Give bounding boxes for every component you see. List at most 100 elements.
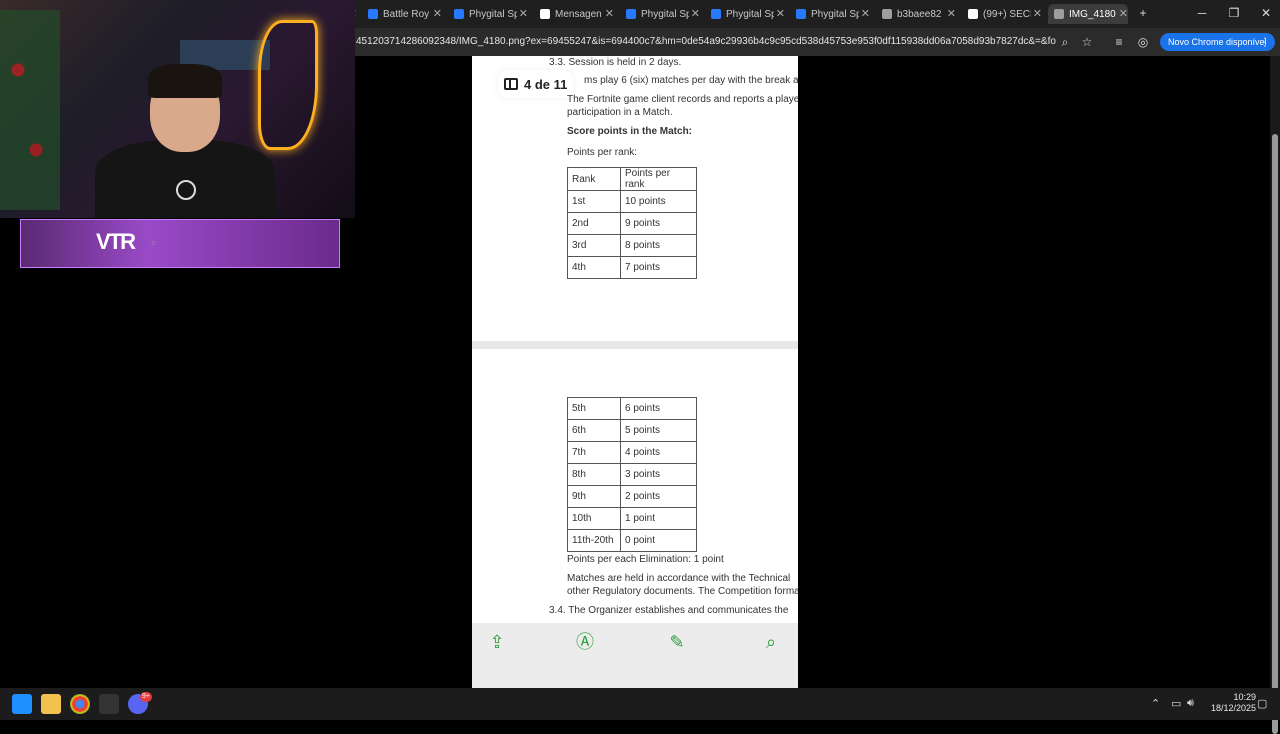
clock-time: 10:29 <box>1233 692 1256 702</box>
tab-favicon-icon <box>368 9 378 19</box>
tab-title: Phygital Sp <box>469 8 517 20</box>
browser-tab[interactable]: Phygital Sp ✕ <box>790 4 870 24</box>
page-indicator-label: 4 de 11 <box>524 76 568 92</box>
tab-favicon-icon <box>540 9 550 19</box>
vtr-logo: VTR <box>96 229 136 254</box>
tray-chevron-icon[interactable]: ⌃ <box>1151 697 1160 710</box>
elimination-text: Points per each Elimination: 1 point <box>567 554 724 565</box>
points-cell: 3 points <box>620 463 697 486</box>
table-row: 2nd 9 points <box>567 212 697 235</box>
rank-cell: 7th <box>567 441 621 464</box>
points-cell: 6 points <box>620 397 697 420</box>
points-cell: 2 points <box>620 485 697 508</box>
points-cell: 0 point <box>620 529 697 552</box>
maximize-button[interactable]: ❐ <box>1222 4 1246 22</box>
discord-badge: 9+ <box>140 692 152 702</box>
tab-close-icon[interactable]: ✕ <box>519 7 528 20</box>
sidebar-book-icon <box>504 78 518 90</box>
regulatory-text: other Regulatory documents. The Competit… <box>567 586 798 597</box>
bookmark-star-icon[interactable]: ☆ <box>1078 33 1096 51</box>
rank-cell: 5th <box>567 397 621 420</box>
points-cell: 4 points <box>620 441 697 464</box>
windows-start-icon[interactable] <box>12 694 32 714</box>
table-row: 9th 2 points <box>567 485 697 508</box>
menu-kebab-icon[interactable]: ⋮ <box>1256 33 1274 51</box>
tab-favicon-icon <box>711 9 721 19</box>
tab-close-icon[interactable]: ✕ <box>776 7 785 20</box>
windows-taskbar: 9+ <box>0 688 1280 720</box>
tab-favicon-icon <box>968 9 978 19</box>
document-page: 4 de 11 3.3. Session is held in 2 days. … <box>472 56 798 688</box>
clock-date: 18/12/2025 <box>1210 703 1256 713</box>
tab-favicon-icon <box>454 9 464 19</box>
participation-text: participation in a Match. <box>567 107 673 118</box>
points-table-top: Rank Points per rank 1st 10 points 2nd 9 p… <box>567 167 697 279</box>
tab-close-icon[interactable]: ✕ <box>1119 7 1128 20</box>
zoom-icon[interactable]: ⌕ <box>1056 33 1074 51</box>
tab-title: Phygital Sp <box>641 8 689 20</box>
tab-favicon-icon <box>796 9 806 19</box>
tab-close-icon[interactable]: ✕ <box>433 7 442 20</box>
header-points: Points per rank <box>620 167 697 191</box>
tab-title: (99+) SECR <box>983 8 1031 20</box>
neon-light <box>258 20 318 150</box>
page-indicator[interactable]: 4 de 11 <box>498 70 574 98</box>
minimize-button[interactable]: ─ <box>1190 4 1214 22</box>
tab-close-icon[interactable]: ✕ <box>691 7 700 20</box>
browser-tab[interactable]: Phygital Sp ✕ <box>620 4 700 24</box>
new-tab-button[interactable]: + <box>1131 4 1155 22</box>
markup-icon[interactable]: Ⓐ <box>574 631 596 653</box>
vertical-scrollbar[interactable] <box>1270 56 1280 734</box>
address-bar[interactable]: 451203714286092348/IMG_4180.png?ex=69455… <box>356 33 1056 51</box>
epic-games-icon[interactable] <box>99 694 119 714</box>
rank-cell: 11th-20th <box>567 529 621 552</box>
tab-title: IMG_4180 <box>1069 8 1116 20</box>
tab-title: Battle Roy <box>383 8 430 20</box>
browser-tab[interactable]: Mensagen ✕ <box>534 4 614 24</box>
section-3-4-text: 3.4. The Organizer establishes and commu… <box>549 605 789 616</box>
table-row: 10th 1 point <box>567 507 697 530</box>
file-explorer-icon[interactable] <box>41 694 61 714</box>
tab-close-icon[interactable]: ✕ <box>947 7 956 20</box>
tab-close-icon[interactable]: ✕ <box>1033 7 1042 20</box>
share-icon[interactable]: ⇪ <box>486 631 508 653</box>
browser-tab[interactable]: Phygital Sp ✕ <box>705 4 785 24</box>
tab-close-icon[interactable]: ✕ <box>861 7 870 20</box>
browser-tab[interactable]: (99+) SECR✕ <box>962 4 1042 24</box>
scrollbar-thumb[interactable] <box>1272 134 1278 734</box>
chrome-icon[interactable] <box>70 694 90 714</box>
table-row: 6th 5 points <box>567 419 697 442</box>
notification-icon[interactable]: ▢ <box>1257 697 1267 710</box>
tab-title: Phygital Sp <box>726 8 774 20</box>
page-break <box>472 341 798 349</box>
stream-banner <box>20 219 340 268</box>
signature-icon[interactable]: ✎ <box>666 631 688 653</box>
rank-cell: 8th <box>567 463 621 486</box>
tab-close-icon[interactable]: ✕ <box>605 7 614 20</box>
browser-tab[interactable]: IMG_4180 ✕ <box>1048 4 1128 24</box>
viewer-bottom-toolbar: ⇪ Ⓐ ✎ ⌕ <box>472 623 798 688</box>
taskbar-clock[interactable]: 10:29 18/12/2025 <box>1204 692 1256 714</box>
profile-icon[interactable]: ◎ <box>1134 33 1152 51</box>
volume-icon[interactable]: 🔊︎ <box>1187 697 1194 710</box>
tab-title: b3baee82 <box>897 8 942 20</box>
table-row: 5th 6 points <box>567 397 697 420</box>
shirt-logo-icon <box>176 180 196 200</box>
reading-list-icon[interactable]: ≡ <box>1110 33 1128 51</box>
points-cell: 8 points <box>620 234 697 257</box>
christmas-decoration <box>0 10 60 210</box>
network-icon[interactable]: ▭ <box>1171 697 1181 710</box>
browser-tab[interactable]: Phygital Sp ✕ <box>448 4 528 24</box>
browser-tab[interactable]: b3baee82 ✕ <box>876 4 956 24</box>
table-row: 7th 4 points <box>567 441 697 464</box>
table-row: 1st 10 points <box>567 190 697 213</box>
points-cell: 10 points <box>620 190 697 213</box>
banner-dot-icon: ○ <box>151 238 156 247</box>
search-icon[interactable]: ⌕ <box>760 631 782 653</box>
points-per-rank-label: Points per rank: <box>567 147 638 158</box>
close-window-button[interactable]: ✕ <box>1254 4 1278 22</box>
points-table-bottom: 5th 6 points 6th 5 points 7th 4 points 8th 3… <box>567 397 697 552</box>
points-cell: 5 points <box>620 419 697 442</box>
header-rank: Rank <box>567 167 621 191</box>
browser-tab[interactable]: Battle Roy ✕ <box>362 4 442 24</box>
